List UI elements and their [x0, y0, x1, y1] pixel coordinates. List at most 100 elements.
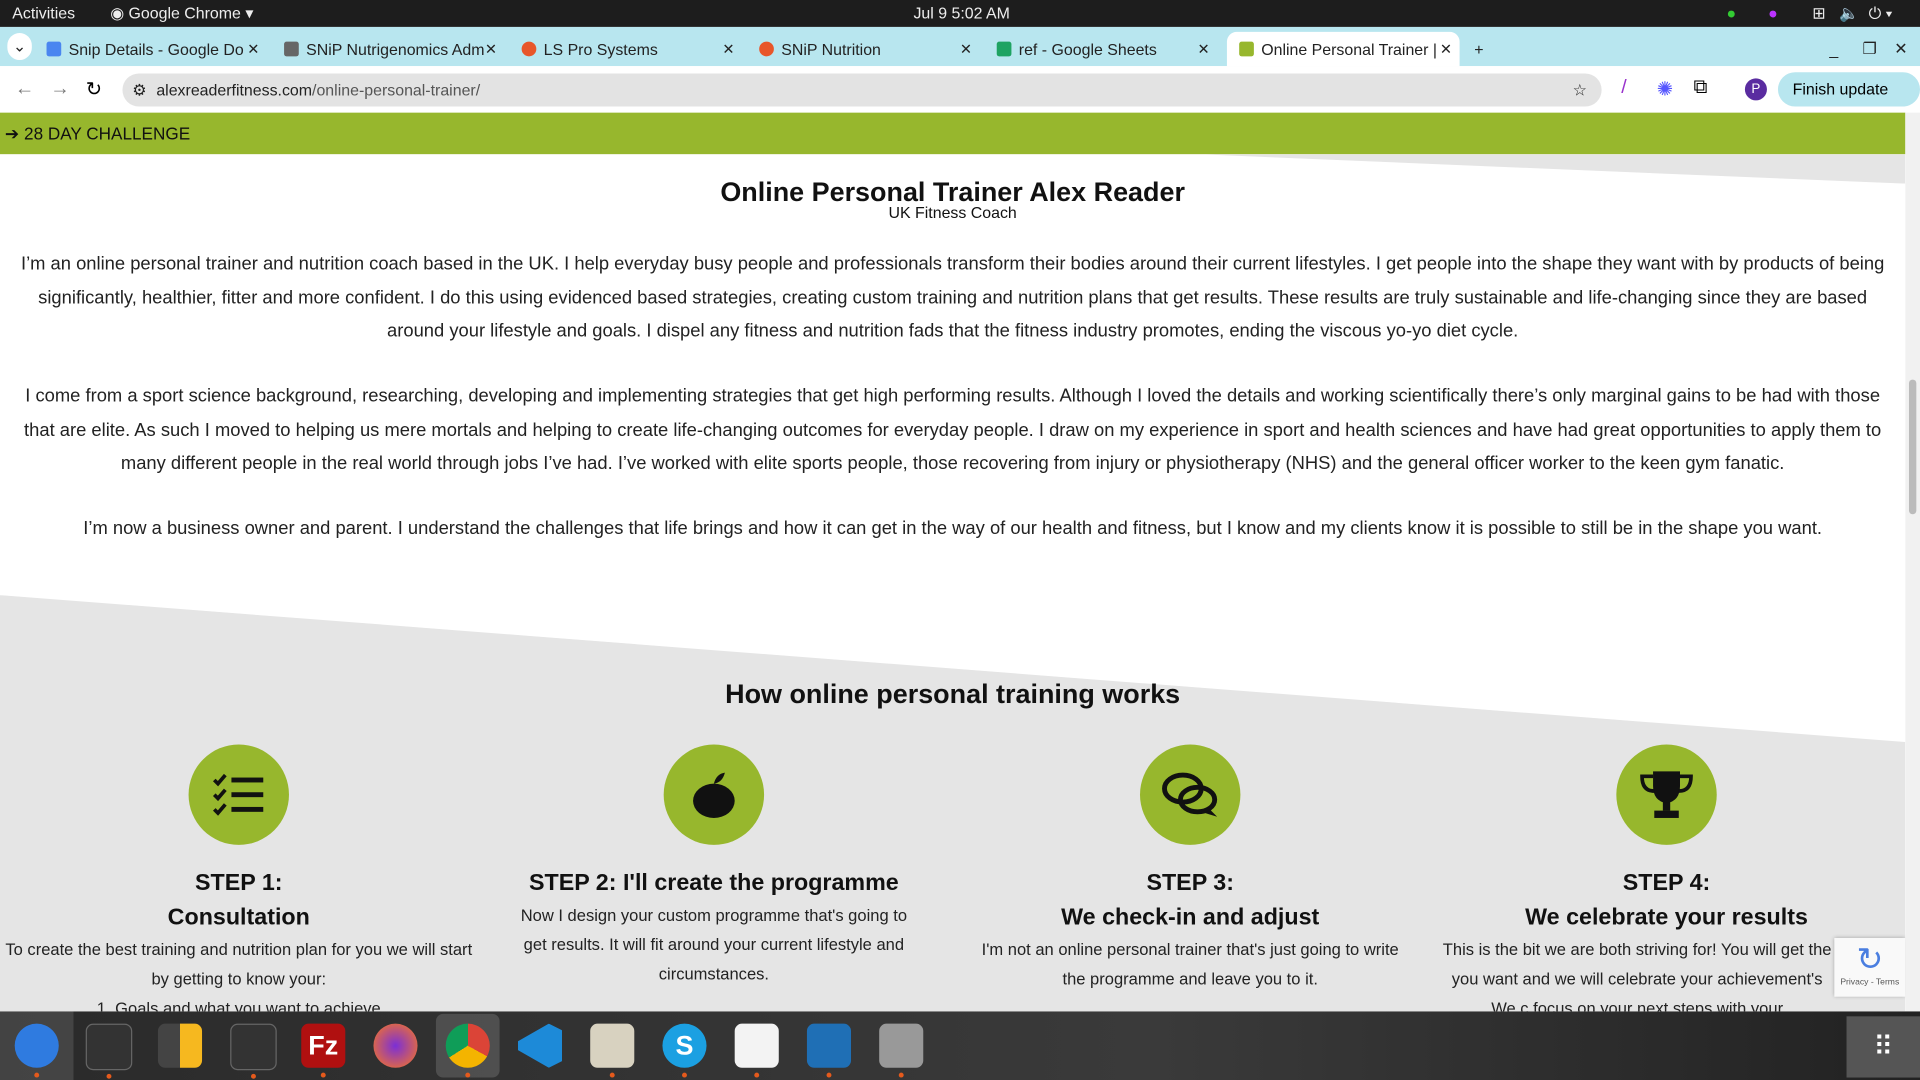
- close-icon[interactable]: ✕: [722, 40, 734, 57]
- close-icon[interactable]: ✕: [247, 40, 259, 57]
- checklist-icon: [188, 744, 289, 845]
- tab-label: SNiP Nutrigenomics Adm: [306, 39, 485, 59]
- volume-icon[interactable]: 🔈: [1839, 4, 1859, 24]
- power-icon[interactable]: ⏻ ▾: [1869, 4, 1893, 24]
- step-list-item: 1. Goals and what you want to achieve: [96, 999, 381, 1012]
- how-it-works-title: How online personal training works: [725, 678, 1181, 709]
- step-title: STEP 2: I'll create the programme: [528, 870, 899, 897]
- site-info-icon[interactable]: ⚙: [132, 81, 146, 99]
- tab-search-button[interactable]: ⌄: [7, 33, 32, 61]
- bookmark-star-icon[interactable]: ☆: [1573, 73, 1587, 106]
- minimize-button[interactable]: _: [1829, 32, 1838, 66]
- extensions-puzzle-icon[interactable]: ⧉: [1693, 77, 1707, 99]
- thunderbird-icon[interactable]: [14, 1023, 59, 1078]
- step-description: I'm not an online personal trainer that'…: [981, 940, 1399, 989]
- step-title: STEP 4:: [1622, 870, 1711, 897]
- app-name: Google Chrome: [128, 3, 241, 23]
- site-icon: [1239, 41, 1254, 57]
- step-2: STEP 2: I'll create the programme Now I …: [475, 744, 953, 989]
- url-path: /online-personal-trainer/: [312, 80, 481, 100]
- skype-icon[interactable]: S: [662, 1023, 707, 1078]
- tab-label: ref - Google Sheets: [1018, 39, 1157, 59]
- address-bar[interactable]: ⚙ alexreaderfitness.com/online-personal-t…: [122, 73, 1602, 107]
- tab-label: Online Personal Trainer |: [1261, 39, 1438, 59]
- intro-paragraph: I’m an online personal trainer and nutri…: [20, 253, 1885, 342]
- disk-utility-icon[interactable]: [879, 1023, 924, 1078]
- finish-update-button[interactable]: Finish update ⋮: [1777, 72, 1920, 132]
- background-paragraph: I come from a sport science background, …: [24, 385, 1882, 474]
- step-description: To create the best training and nutritio…: [5, 940, 473, 989]
- app-menu[interactable]: ◉ Google Chrome ▾: [110, 4, 253, 24]
- owner-paragraph: I’m now a business owner and parent. I u…: [83, 517, 1823, 539]
- terminal-icon[interactable]: [85, 1023, 133, 1079]
- url-domain: alexreaderfitness.com: [156, 80, 313, 100]
- network-icon[interactable]: ⊞: [1812, 4, 1825, 24]
- tab-label: LS Pro Systems: [543, 39, 658, 59]
- profile-avatar[interactable]: P: [1744, 78, 1767, 101]
- chrome-icon[interactable]: [445, 1023, 490, 1078]
- close-icon[interactable]: ✕: [1197, 40, 1209, 57]
- pen-extension-icon[interactable]: /: [1621, 77, 1626, 99]
- recaptcha-icon: ↻: [1856, 940, 1884, 978]
- finish-update-label: Finish update: [1792, 79, 1889, 98]
- toolbar: ← → ↻ ⚙ alexreaderfitness.com/online-pers…: [0, 66, 1920, 132]
- firefox-icon[interactable]: [373, 1023, 418, 1068]
- tab[interactable]: Snip Details - Google Do ✕: [46, 32, 267, 66]
- site-icon: [759, 41, 774, 57]
- scrollbar[interactable]: [1905, 112, 1920, 1012]
- apple-icon: [663, 744, 765, 845]
- scrollbar-thumb[interactable]: [1908, 379, 1917, 515]
- filezilla-icon[interactable]: Fz: [301, 1023, 346, 1078]
- banner-label: 28 DAY CHALLENGE: [24, 123, 191, 144]
- close-window-button[interactable]: ✕: [1894, 32, 1907, 66]
- close-icon[interactable]: ✕: [485, 40, 497, 57]
- restore-button[interactable]: ❐: [1862, 32, 1876, 66]
- files-icon[interactable]: [590, 1023, 635, 1078]
- step-subtitle: We check-in and adjust: [1061, 904, 1320, 931]
- clock[interactable]: Jul 9 5:02 AM: [913, 4, 1009, 22]
- color-picker-icon[interactable]: ●: [1768, 4, 1778, 22]
- recaptcha-badge[interactable]: ↻ Privacy - Terms: [1834, 937, 1906, 997]
- shield-icon[interactable]: ●: [1727, 4, 1737, 22]
- close-icon[interactable]: ✕: [960, 40, 972, 57]
- step-title: STEP 1:: [195, 870, 283, 897]
- back-button[interactable]: ←: [15, 78, 35, 100]
- document-viewer-icon[interactable]: [806, 1023, 852, 1078]
- snip-icon: [284, 41, 299, 57]
- step-description: Now I design your custom programme that'…: [520, 906, 908, 984]
- show-apps-grid-icon[interactable]: ⠿: [1846, 1016, 1920, 1078]
- tab[interactable]: SNiP Nutrigenomics Adm ✕: [284, 32, 504, 66]
- tab-strip: ⌄ Snip Details - Google Do ✕ SNiP Nutrige…: [0, 26, 1920, 67]
- arrow-right-icon: ➔: [4, 123, 20, 144]
- step-1: STEP 1: Consultation To create the best …: [0, 744, 478, 1011]
- page-content: Online Personal Trainer Alex Reader UK F…: [0, 154, 1906, 1012]
- trophy-icon: [1616, 744, 1717, 845]
- tab[interactable]: LS Pro Systems ✕: [521, 32, 742, 66]
- system-monitor-icon[interactable]: [230, 1023, 277, 1079]
- recaptcha-label[interactable]: Privacy - Terms: [1834, 978, 1905, 987]
- tab-label: SNiP Nutrition: [781, 39, 881, 59]
- extension-icon[interactable]: ✺: [1657, 77, 1673, 101]
- reload-button[interactable]: ↻: [86, 77, 102, 101]
- step-3: STEP 3: We check-in and adjust I'm not a…: [951, 744, 1429, 994]
- docs-icon: [46, 41, 62, 57]
- activities-button[interactable]: Activities: [12, 4, 75, 22]
- forward-button[interactable]: →: [50, 78, 70, 100]
- step-subtitle: We celebrate your results: [1525, 904, 1808, 931]
- text-editor-icon[interactable]: [734, 1023, 779, 1078]
- tab-active[interactable]: Online Personal Trainer | ✕: [1226, 31, 1460, 67]
- calculator-icon[interactable]: [157, 1023, 203, 1068]
- site-icon: [521, 41, 537, 57]
- challenge-banner[interactable]: ➔ 28 DAY CHALLENGE: [0, 112, 1906, 155]
- new-tab-button[interactable]: +: [1474, 32, 1483, 66]
- close-icon[interactable]: ✕: [1440, 40, 1452, 57]
- chat-icon: [1140, 744, 1241, 845]
- tab[interactable]: ref - Google Sheets ✕: [996, 32, 1217, 66]
- sheets-icon: [996, 41, 1012, 57]
- dock: Fz S ⠿: [0, 1011, 1920, 1080]
- tab-label: Snip Details - Google Do: [68, 39, 244, 59]
- step-subtitle: Consultation: [167, 904, 310, 931]
- vscode-icon[interactable]: [517, 1023, 563, 1068]
- tab[interactable]: SNiP Nutrition ✕: [759, 32, 979, 66]
- system-top-bar: Activities ◉ Google Chrome ▾ Jul 9 5:02 …: [0, 0, 1920, 27]
